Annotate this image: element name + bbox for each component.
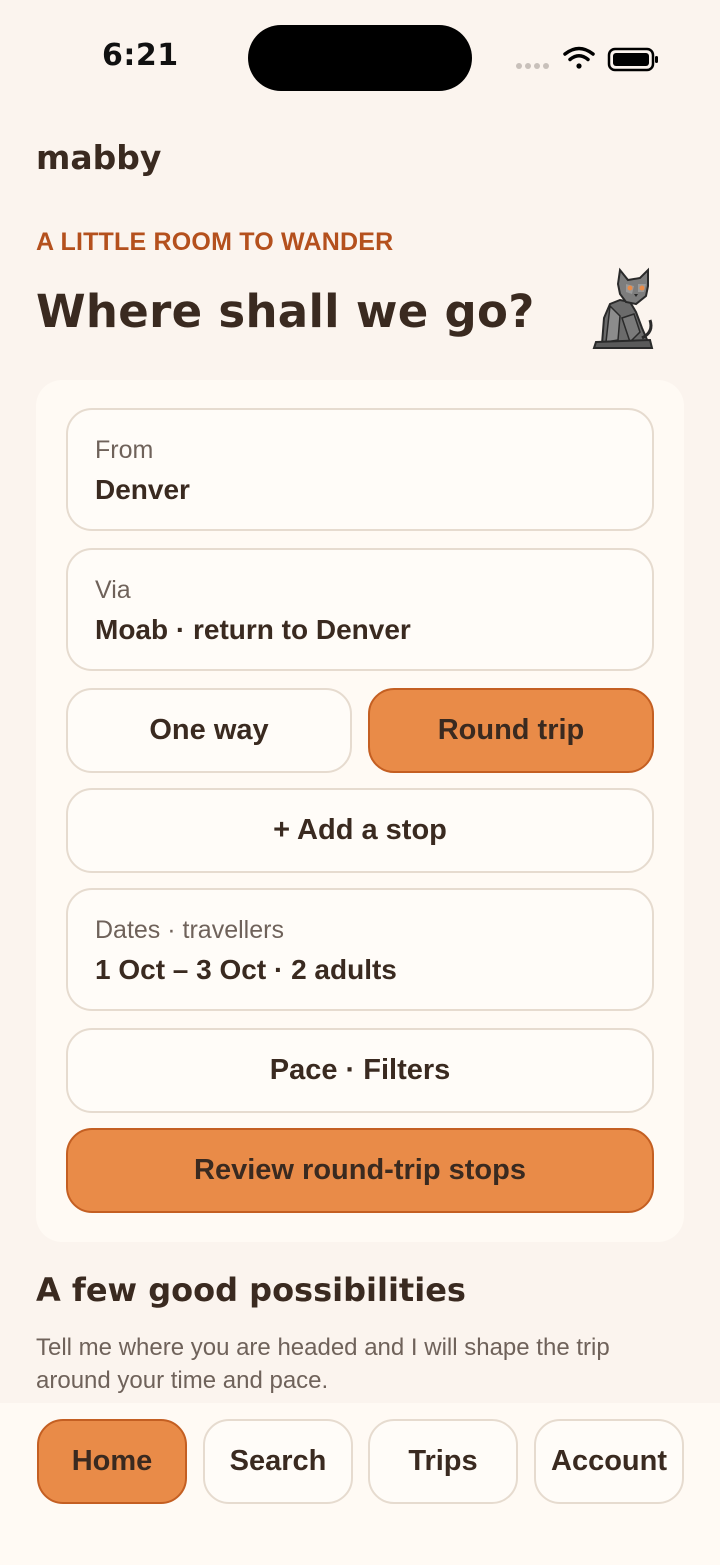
dynamic-island [248,25,472,91]
via-value: Moab · return to Denver [95,614,411,645]
possibilities-body: Tell me where you are headed and I will … [36,1334,610,1394]
tab-home[interactable]: Home [37,1419,187,1504]
from-label: From [95,436,154,464]
dates-label: Dates · travellers [95,916,284,944]
one-way-toggle[interactable]: One way [66,688,352,773]
cat-icon [592,267,654,349]
tab-search[interactable]: Search [203,1419,353,1504]
tab-trips[interactable]: Trips [368,1419,518,1504]
add-stop-button[interactable]: + Add a stop [66,788,654,873]
dates-value: 1 Oct – 3 Oct · 2 adults [95,954,397,985]
status-bar: 6:21 [0,0,720,110]
via-label: Via [95,576,131,604]
from-value: Denver [95,474,190,505]
from-field[interactable]: From Denver [66,408,654,531]
pace-filters-button[interactable]: Pace · Filters [66,1028,654,1113]
wifi-icon [563,46,595,69]
possibilities-title: A few good possibilities [36,1271,466,1309]
dates-travellers-field[interactable]: Dates · travellers 1 Oct – 3 Oct · 2 adu… [66,888,654,1011]
signal-dots-icon [516,63,549,69]
page-title: Where shall we go? [36,285,535,338]
round-trip-toggle[interactable]: Round trip [368,688,654,773]
review-stops-button[interactable]: Review round-trip stops [66,1128,654,1213]
tab-account[interactable]: Account [534,1419,684,1504]
battery-icon [607,47,658,72]
tagline: A LITTLE ROOM TO WANDER [36,228,394,256]
status-icons [516,46,658,72]
via-field[interactable]: Via Moab · return to Denver [66,548,654,671]
status-time: 6:21 [102,38,179,73]
brand-logo: mabby [36,138,162,177]
